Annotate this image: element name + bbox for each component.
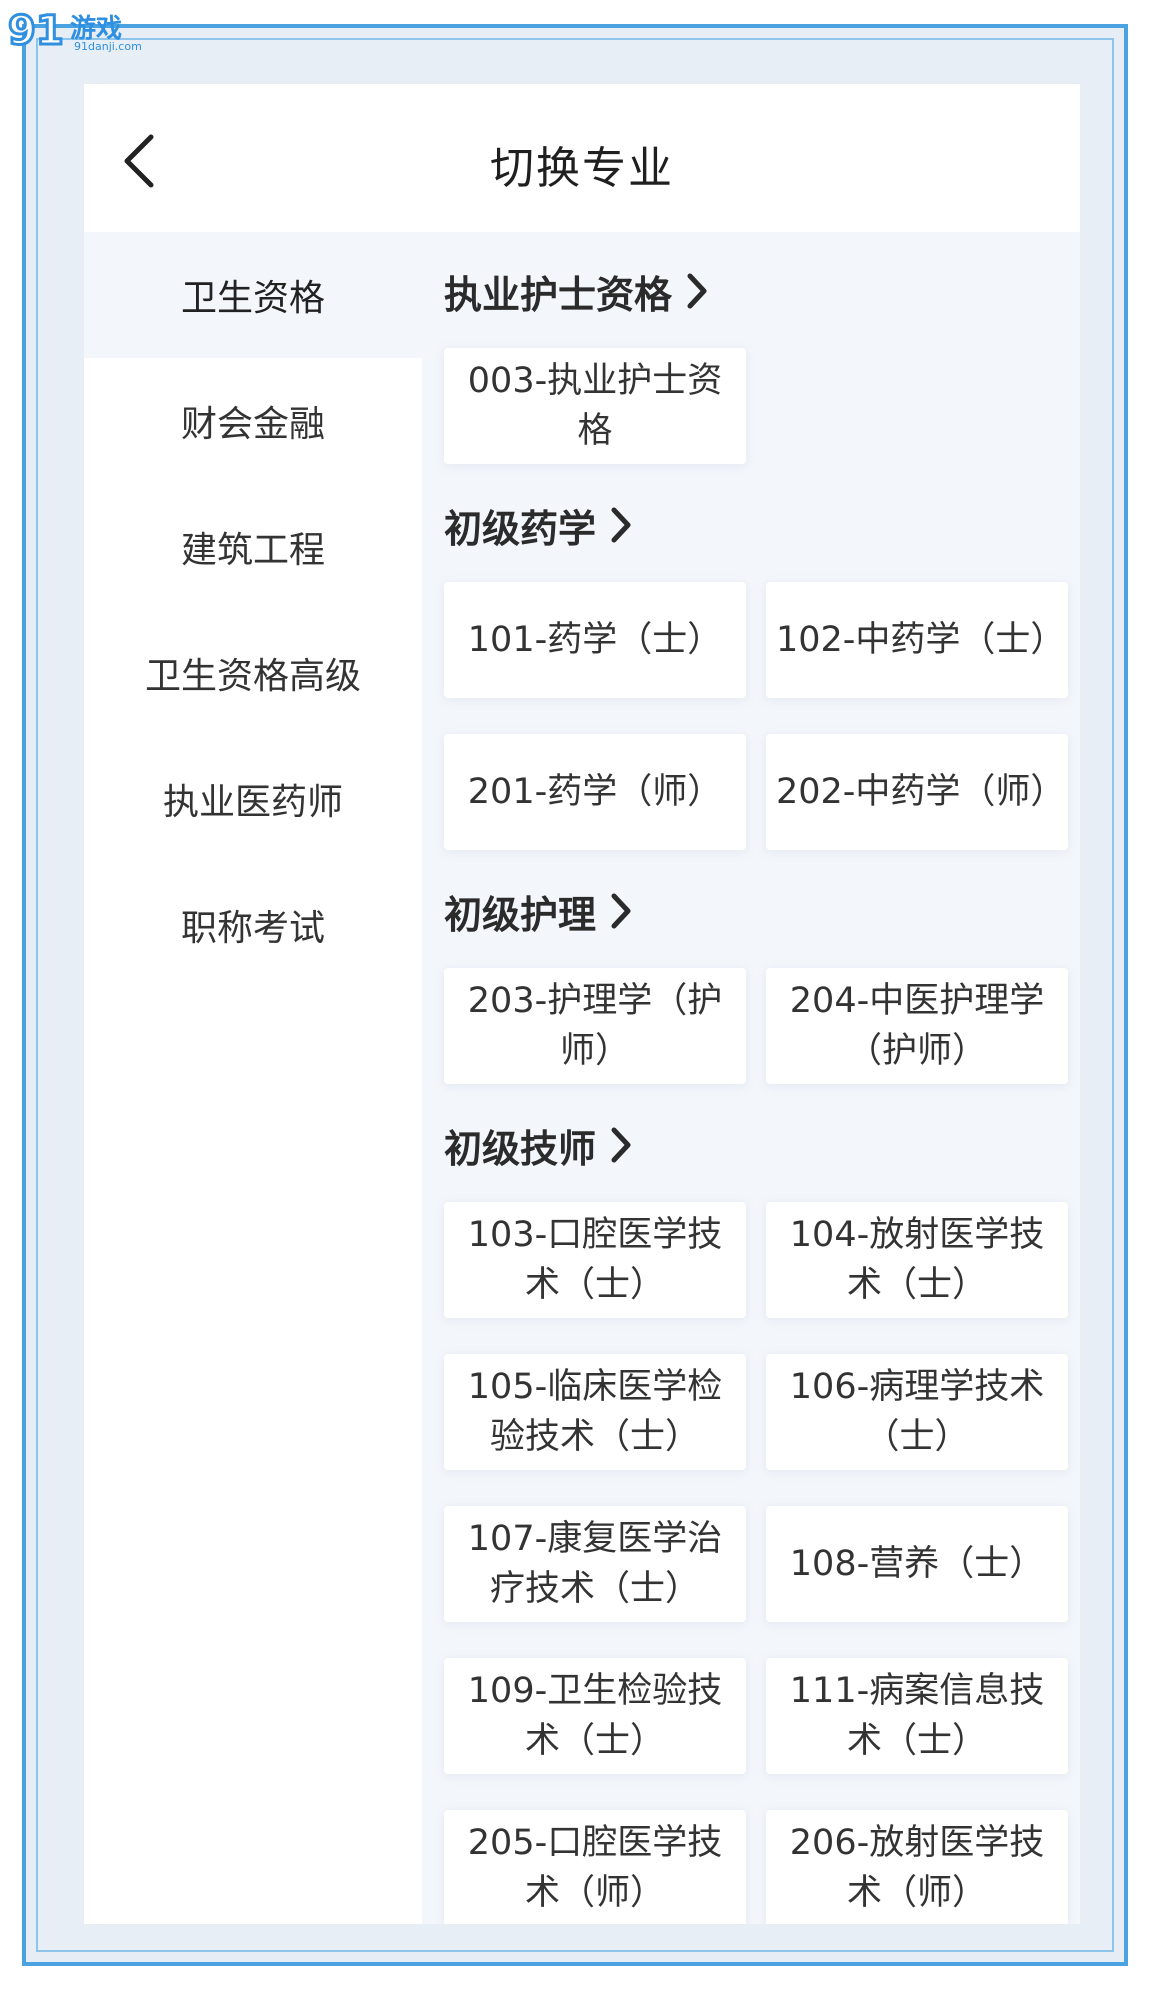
major-tile[interactable]: 109-卫生检验技术（士） — [444, 1658, 746, 1774]
sidebar-item-professional-title-exam[interactable]: 职称考试 — [84, 862, 422, 988]
logo-digits-icon: 91 — [7, 7, 66, 56]
major-tile[interactable]: 104-放射医学技术（士） — [766, 1202, 1068, 1318]
section-title-licensed-nurse[interactable]: 执业护士资格 — [444, 260, 1080, 322]
major-tile[interactable]: 201-药学（师） — [444, 734, 746, 850]
sidebar-item-finance-accounting[interactable]: 财会金融 — [84, 358, 422, 484]
section-grid-junior-nursing: 203-护理学（护师） 204-中医护理学（护师） — [444, 968, 1080, 1084]
logo-digits: 91 — [8, 8, 64, 54]
chevron-right-icon — [610, 1126, 632, 1164]
major-tile[interactable]: 105-临床医学检验技术（士） — [444, 1354, 746, 1470]
major-tile[interactable]: 102-中药学（士） — [766, 582, 1068, 698]
app-screen: 切换专业 卫生资格 财会金融 建筑工程 卫生资格高级 执业医药师 职称考试 执业… — [84, 84, 1080, 1924]
major-list: 执业护士资格 003-执业护士资格 初级药学 101-药学（士） 102-中药学… — [422, 232, 1080, 1924]
major-tile[interactable]: 107-康复医学治疗技术（士） — [444, 1506, 746, 1622]
sidebar-item-construction-engineering[interactable]: 建筑工程 — [84, 484, 422, 610]
chevron-right-icon — [610, 506, 632, 544]
major-tile[interactable]: 205-口腔医学技术（师） — [444, 1810, 746, 1924]
major-tile[interactable]: 206-放射医学技术（师） — [766, 1810, 1068, 1924]
major-tile[interactable]: 103-口腔医学技术（士） — [444, 1202, 746, 1318]
section-grid-licensed-nurse: 003-执业护士资格 — [444, 348, 1080, 464]
major-tile[interactable]: 202-中药学（师） — [766, 734, 1068, 850]
page-title: 切换专业 — [490, 143, 674, 194]
category-sidebar: 卫生资格 财会金融 建筑工程 卫生资格高级 执业医药师 职称考试 — [84, 232, 422, 1924]
chevron-right-icon — [610, 892, 632, 930]
section-title-junior-technician[interactable]: 初级技师 — [444, 1114, 1080, 1176]
major-tile[interactable]: 111-病案信息技术（士） — [766, 1658, 1068, 1774]
major-tile[interactable]: 003-执业护士资格 — [444, 348, 746, 464]
header: 切换专业 — [84, 84, 1080, 232]
major-tile[interactable]: 106-病理学技术（士） — [766, 1354, 1068, 1470]
sidebar-item-licensed-pharmacist[interactable]: 执业医药师 — [84, 736, 422, 862]
chevron-right-icon — [686, 272, 708, 310]
section-grid-junior-technician: 103-口腔医学技术（士） 104-放射医学技术（士） 105-临床医学检验技术… — [444, 1202, 1080, 1924]
section-title-junior-nursing[interactable]: 初级护理 — [444, 880, 1080, 942]
watermark-site: 91danji.com — [74, 40, 142, 53]
section-title-label: 初级护理 — [444, 892, 597, 937]
sidebar-item-health-qualification[interactable]: 卫生资格 — [84, 232, 422, 358]
major-tile[interactable]: 203-护理学（护师） — [444, 968, 746, 1084]
section-title-label: 执业护士资格 — [444, 272, 673, 317]
major-tile[interactable]: 108-营养（士） — [766, 1506, 1068, 1622]
section-title-label: 初级技师 — [444, 1126, 597, 1171]
section-title-label: 初级药学 — [444, 506, 597, 551]
watermark-logo: 91 游戏 91danji.com — [6, 4, 142, 56]
section-grid-junior-pharmacy: 101-药学（士） 102-中药学（士） 201-药学（师） 202-中药学（师… — [444, 582, 1080, 850]
section-title-junior-pharmacy[interactable]: 初级药学 — [444, 494, 1080, 556]
sidebar-item-senior-health-qualification[interactable]: 卫生资格高级 — [84, 610, 422, 736]
major-tile[interactable]: 204-中医护理学（护师） — [766, 968, 1068, 1084]
major-tile[interactable]: 101-药学（士） — [444, 582, 746, 698]
